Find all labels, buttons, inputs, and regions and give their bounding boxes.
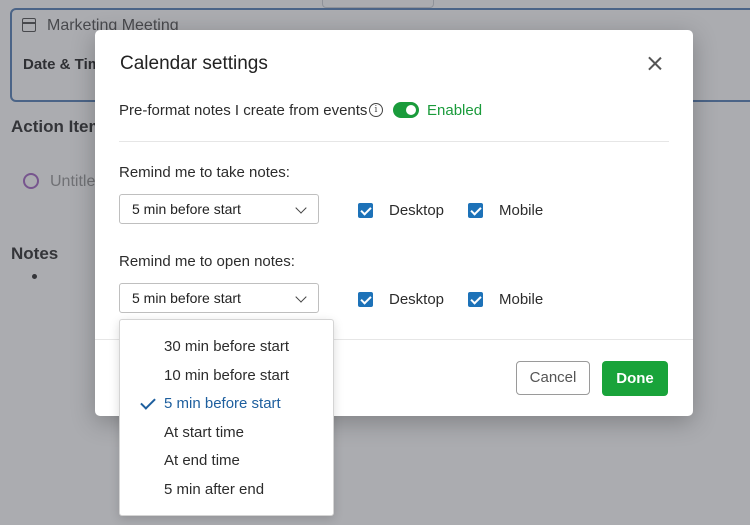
open-notes-desktop-checkbox[interactable] (358, 292, 373, 307)
take-notes-select-value: 5 min before start (132, 201, 241, 217)
dialog-title: Calendar settings (120, 53, 268, 74)
menu-item[interactable]: At end time (120, 448, 333, 474)
menu-item-selected[interactable]: 5 min before start (120, 391, 333, 417)
menu-item-label: 5 min before start (164, 395, 281, 412)
menu-item-label: At start time (164, 424, 245, 441)
open-notes-mobile-label: Mobile (499, 291, 544, 308)
preformat-toggle[interactable] (393, 102, 419, 118)
preformat-label: Pre-format notes I create from events (119, 102, 368, 119)
chevron-down-icon (295, 291, 307, 303)
close-icon[interactable] (643, 52, 667, 76)
menu-item-label: 5 min after end (164, 481, 265, 498)
open-notes-select-value: 5 min before start (132, 290, 241, 306)
menu-item[interactable]: 5 min after end (120, 477, 333, 503)
open-notes-desktop-label: Desktop (389, 291, 445, 308)
menu-item[interactable]: At start time (120, 420, 333, 446)
checkmark-icon (140, 394, 156, 410)
take-notes-desktop-checkbox[interactable] (358, 203, 373, 218)
divider (119, 141, 669, 142)
menu-item[interactable]: 30 min before start (120, 334, 333, 360)
open-notes-label: Remind me to open notes: (119, 253, 295, 270)
take-notes-label: Remind me to take notes: (119, 164, 290, 181)
menu-item-label: 10 min before start (164, 367, 290, 384)
open-notes-mobile-checkbox[interactable] (468, 292, 483, 307)
take-notes-mobile-label: Mobile (499, 202, 544, 219)
menu-item[interactable]: 10 min before start (120, 363, 333, 389)
menu-item-label: At end time (164, 452, 240, 469)
toggle-state-label: Enabled (427, 102, 483, 119)
info-icon[interactable]: i (369, 103, 383, 117)
take-notes-desktop-label: Desktop (389, 202, 445, 219)
open-notes-select[interactable]: 5 min before start (119, 283, 319, 313)
take-notes-mobile-checkbox[interactable] (468, 203, 483, 218)
done-button[interactable]: Done (602, 361, 668, 396)
toggle-knob (406, 105, 416, 115)
cancel-button[interactable]: Cancel (516, 361, 590, 395)
reminder-dropdown-menu: 30 min before start 10 min before start … (119, 319, 334, 516)
menu-item-label: 30 min before start (164, 338, 290, 355)
chevron-down-icon (295, 202, 307, 214)
take-notes-select[interactable]: 5 min before start (119, 194, 319, 224)
